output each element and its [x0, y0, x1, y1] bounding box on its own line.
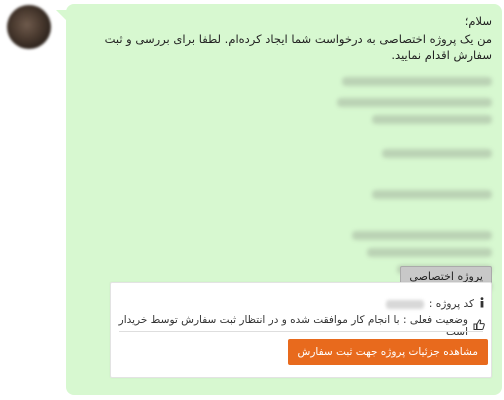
redacted-line [367, 248, 492, 257]
redacted-line [337, 98, 492, 107]
message-greeting: سلام؛ [464, 14, 492, 28]
project-status-row: وضعیت فعلی : با انجام کار موافقت شده و د… [111, 314, 485, 338]
redacted-line [342, 77, 492, 86]
message-bubble: سلام؛ من یک پروژه اختصاصی به درخواست شما… [56, 4, 502, 395]
redacted-line [372, 190, 492, 199]
card-divider [119, 331, 483, 332]
redacted-block [76, 77, 492, 291]
info-icon [479, 297, 485, 311]
redacted-line [352, 231, 492, 240]
project-status-text: وضعیت فعلی : با انجام کار موافقت شده و د… [118, 314, 468, 338]
project-code-row: کد پروژه : [385, 297, 485, 311]
redacted-line [382, 149, 492, 158]
message-body: سلام؛ من یک پروژه اختصاصی به درخواست شما… [76, 13, 492, 291]
project-code-value [385, 299, 424, 309]
project-card: کد پروژه : وضعیت فعلی : با انجام کار موا… [110, 282, 492, 378]
redacted-line [372, 115, 492, 124]
project-code-label: کد پروژه : [428, 298, 474, 310]
message-intro: من یک پروژه اختصاصی به درخواست شما ایجاد… [104, 32, 492, 62]
view-project-details-button[interactable]: مشاهده جزئیات پروژه جهت ثبت سفارش [287, 339, 488, 365]
avatar[interactable] [7, 5, 51, 49]
